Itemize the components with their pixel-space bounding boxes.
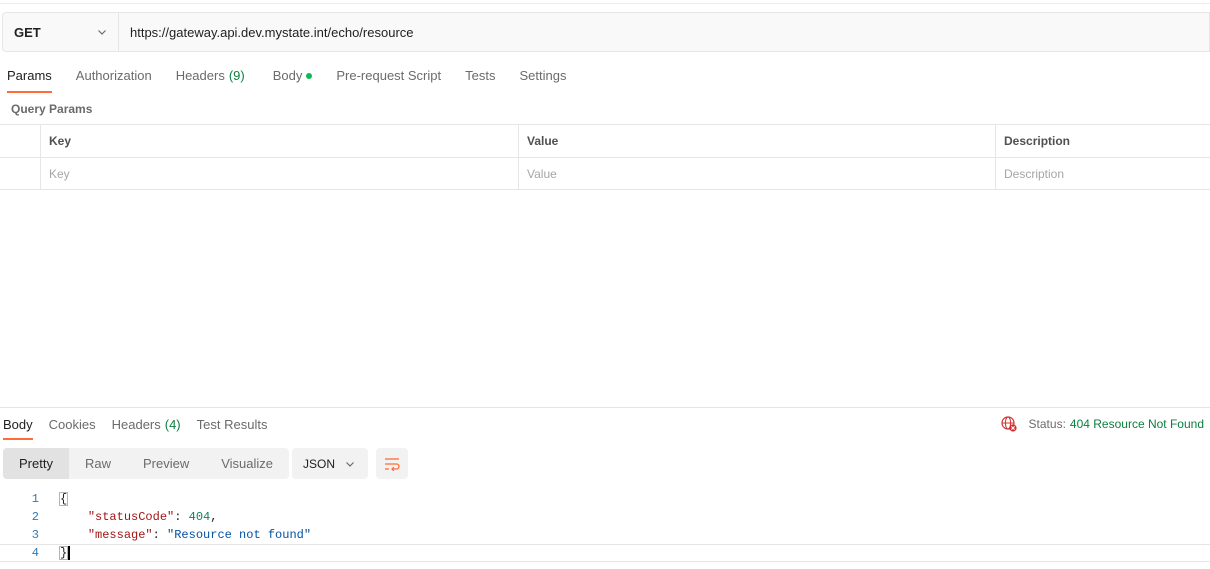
table-row: Key Value Description (0, 157, 1210, 190)
wrap-lines-button[interactable] (376, 448, 408, 479)
column-header-value: Value (518, 125, 995, 157)
response-tabs: Body Cookies Headers (4) Test Results (3, 409, 267, 440)
tab-label: Headers (175, 68, 225, 83)
code-line-current: 4 } (0, 544, 1210, 562)
chevron-down-icon (98, 30, 106, 35)
view-tab-visualize[interactable]: Visualize (205, 448, 289, 479)
json-colon: : (152, 528, 168, 542)
top-divider (0, 3, 1210, 4)
status-label: Status: (1028, 417, 1066, 431)
table-header-row: Key Value Description (0, 124, 1210, 157)
line-number: 2 (31, 510, 39, 524)
headers-count: (9) (228, 68, 245, 83)
code-text: "statusCode": 404, (40, 510, 218, 524)
param-description-input[interactable]: Description (995, 158, 1210, 189)
tab-body[interactable]: Body (273, 58, 313, 93)
response-view-tabs: Pretty Raw Preview Visualize (3, 448, 290, 479)
tab-label: Test Results (196, 417, 268, 432)
format-select[interactable]: JSON (292, 448, 368, 479)
close-brace: } (59, 546, 69, 561)
text-caret (68, 545, 71, 560)
response-status[interactable]: Status: 404 Resource Not Found (1000, 416, 1204, 432)
query-params-title: Query Params (11, 102, 93, 116)
json-key: "message" (87, 528, 153, 542)
code-line: 2 "statusCode": 404, (0, 508, 1210, 526)
json-key: "statusCode" (87, 510, 175, 524)
url-input[interactable]: https://gateway.api.dev.mystate.int/echo… (119, 13, 1209, 51)
status-value: 404 Resource Not Found (1069, 417, 1204, 431)
json-number: 404 (188, 510, 211, 524)
chevron-down-icon (346, 461, 354, 467)
open-brace: { (59, 492, 69, 506)
method-label: GET (14, 24, 41, 40)
tab-label: Authorization (75, 68, 152, 83)
tab-label: Pre-request Script (336, 68, 442, 83)
param-key-input[interactable]: Key (40, 158, 518, 189)
resp-headers-count: (4) (164, 417, 181, 432)
wrap-lines-icon (385, 457, 400, 471)
code-text: } (40, 545, 71, 561)
body-indicator-dot (306, 73, 313, 79)
request-tabs: Params Authorization Headers (9) Body Pr… (0, 58, 566, 93)
line-number: 4 (31, 546, 39, 560)
code-text: { (40, 492, 69, 506)
globe-error-icon (1000, 416, 1017, 432)
view-tab-pretty[interactable]: Pretty (3, 448, 69, 479)
line-number: 3 (31, 528, 39, 542)
checkbox-column-header (0, 125, 40, 157)
tab-label: Body (3, 417, 33, 432)
code-text: "message": "Resource not found" (40, 528, 311, 542)
row-checkbox-cell (0, 158, 40, 189)
tab-tests[interactable]: Tests (465, 58, 495, 93)
line-number: 1 (31, 492, 39, 506)
column-header-key: Key (40, 125, 518, 157)
json-string: "Resource not found" (167, 528, 312, 542)
tab-label: Headers (111, 417, 161, 432)
code-line: 3 "message": "Resource not found" (0, 526, 1210, 544)
tab-headers[interactable]: Headers (9) (176, 58, 245, 93)
response-body-editor[interactable]: 1 { 2 "statusCode": 404, 3 "message": "R… (0, 490, 1210, 562)
tab-settings[interactable]: Settings (519, 58, 566, 93)
tab-authorization[interactable]: Authorization (76, 58, 152, 93)
tab-label: Settings (519, 68, 567, 83)
param-value-input[interactable]: Value (518, 158, 995, 189)
column-header-description: Description (995, 125, 1210, 157)
code-line: 1 { (0, 490, 1210, 508)
query-params-table: Key Value Description Key Value Descript… (0, 124, 1210, 190)
method-select[interactable]: GET (3, 13, 119, 51)
json-colon: : (174, 510, 189, 524)
response-divider[interactable] (0, 407, 1210, 408)
tab-label: Params (7, 68, 52, 83)
view-tab-raw[interactable]: Raw (69, 448, 127, 479)
tab-label: Body (272, 68, 303, 83)
resp-tab-headers[interactable]: Headers (4) (112, 409, 181, 440)
tab-label: Tests (465, 68, 496, 83)
format-label: JSON (303, 456, 336, 471)
resp-tab-body[interactable]: Body (3, 409, 33, 440)
view-tab-preview[interactable]: Preview (127, 448, 205, 479)
resp-tab-test-results[interactable]: Test Results (197, 409, 268, 440)
tab-label: Cookies (48, 417, 96, 432)
resp-tab-cookies[interactable]: Cookies (49, 409, 96, 440)
request-url-bar: GET https://gateway.api.dev.mystate.int/… (2, 12, 1210, 52)
tab-pre-request-script[interactable]: Pre-request Script (336, 58, 441, 93)
json-comma: , (210, 510, 218, 524)
tab-params[interactable]: Params (7, 58, 52, 93)
